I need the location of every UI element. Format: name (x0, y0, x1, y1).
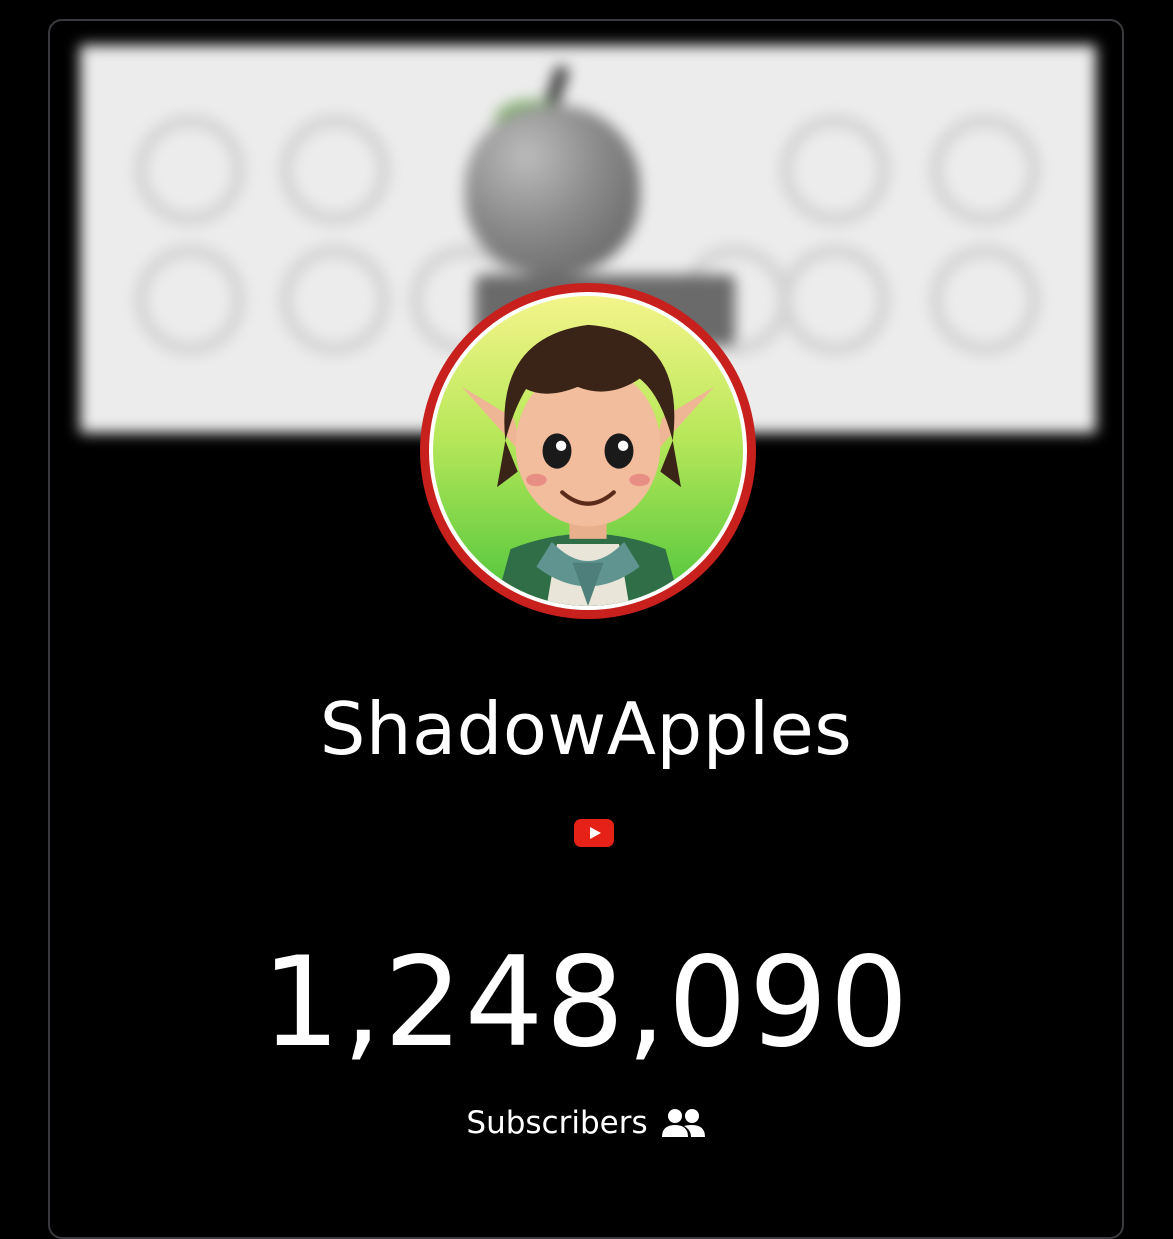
channel-card: ShadowApples 1,248,090 Subscribers (48, 19, 1124, 1239)
users-icon (661, 1109, 705, 1137)
avatar-illustration-icon (433, 296, 743, 606)
channel-name: ShadowApples (319, 687, 853, 771)
subscribers-label: Subscribers (466, 1105, 648, 1141)
subscriber-count: 1,248,090 (261, 931, 911, 1075)
subscribers-row: Subscribers (50, 1103, 1122, 1143)
apple-logo-icon (465, 105, 640, 275)
youtube-play-icon[interactable] (574, 819, 614, 847)
channel-avatar[interactable] (420, 283, 756, 619)
